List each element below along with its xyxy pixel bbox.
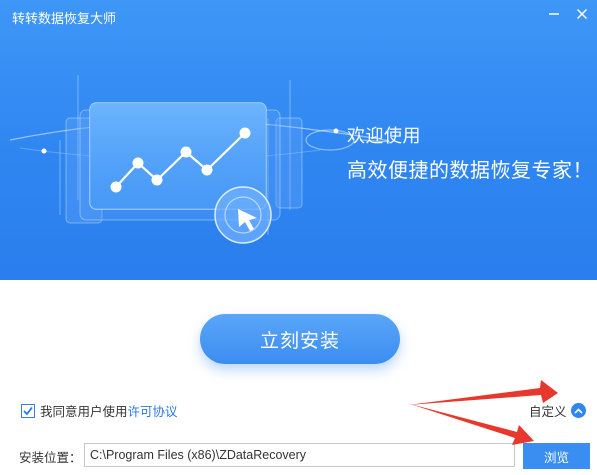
slogan-text: 高效便捷的数据恢复专家！: [347, 160, 593, 182]
banner-illustration: [9, 75, 390, 244]
browse-button[interactable]: 浏览: [523, 443, 590, 469]
license-agreement-link[interactable]: 许可协议: [128, 401, 178, 420]
custom-install-toggle[interactable]: 自定义: [529, 401, 586, 420]
arrow-to-browse-icon: [410, 404, 534, 445]
chevron-up-icon: [570, 403, 586, 418]
agreement-label: 我同意用户使用: [40, 405, 128, 419]
custom-label: 自定义: [529, 405, 567, 419]
welcome-text: 欢迎使用: [347, 126, 421, 146]
agreement-row: 我同意用户使用 许可协议: [21, 401, 178, 420]
header-banner: 转转数据恢复大师 欢迎使用 高效便捷的数据恢复专家！: [0, 0, 597, 280]
install-now-button[interactable]: 立刻安装: [200, 314, 400, 364]
install-path-input[interactable]: [84, 443, 515, 467]
agreement-checkbox[interactable]: [21, 403, 35, 418]
install-path-label: 安装位置：: [19, 451, 82, 465]
check-icon: [23, 406, 33, 415]
